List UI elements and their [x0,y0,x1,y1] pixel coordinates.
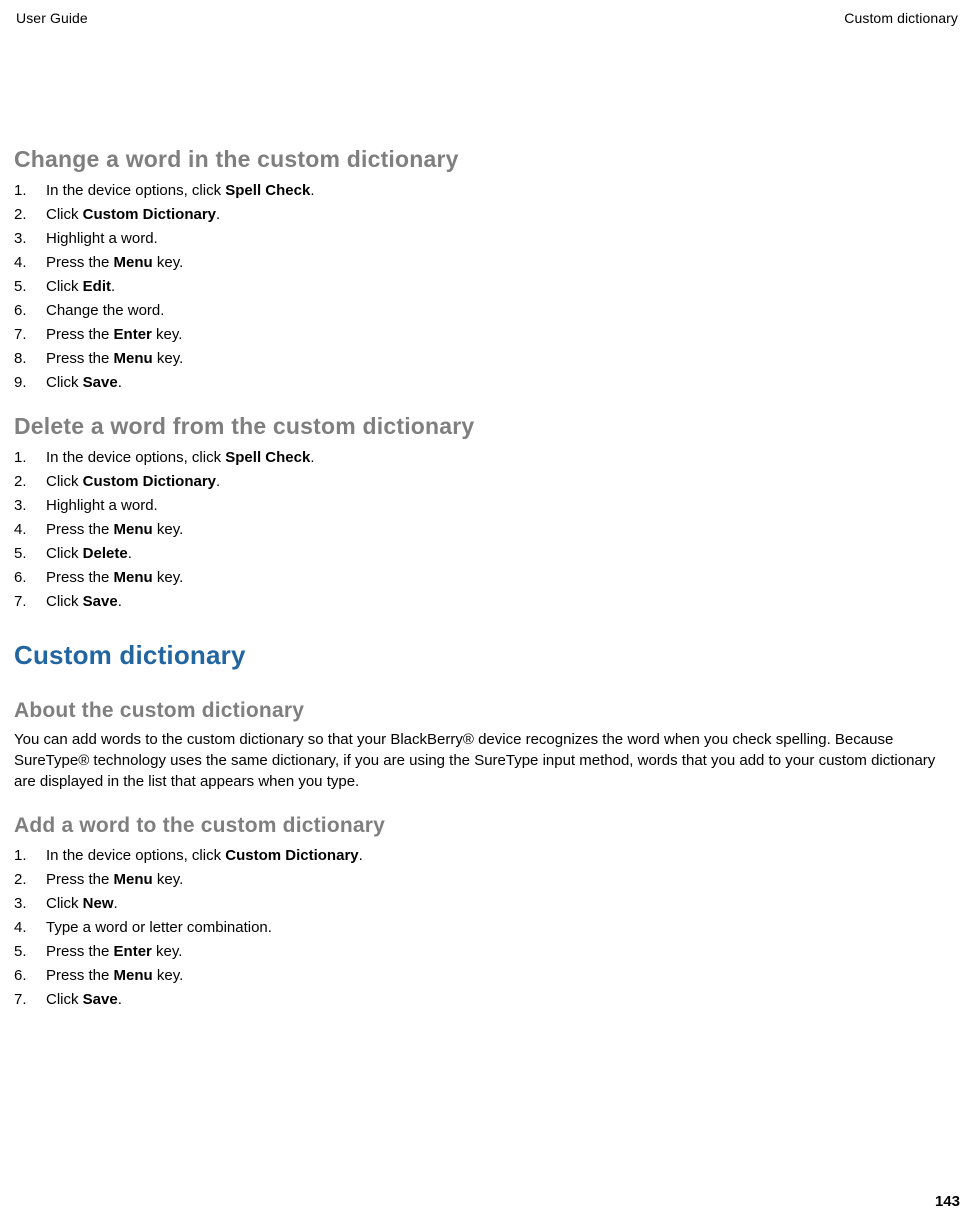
bold-text: Save [83,593,118,610]
step-item: Click Delete. [14,542,960,566]
step-item: Highlight a word. [14,227,960,251]
bold-text: Enter [114,326,152,343]
step-item: In the device options, click Spell Check… [14,446,960,470]
section-block: Custom dictionary [14,640,960,671]
bold-text: Menu [114,521,153,538]
section-heading: About the custom dictionary [14,699,960,723]
header-left: User Guide [16,10,88,26]
step-item: In the device options, click Spell Check… [14,179,960,203]
step-item: Press the Menu key. [14,518,960,542]
bold-text: New [83,895,114,912]
section-heading: Change a word in the custom dictionary [14,146,960,173]
section-block: Change a word in the custom dictionary In… [14,146,960,395]
step-item: Press the Menu key. [14,868,960,892]
step-item: Press the Menu key. [14,964,960,988]
steps-list: In the device options, click Spell Check… [14,446,960,614]
bold-text: Save [83,991,118,1008]
header-right: Custom dictionary [844,10,958,26]
step-item: In the device options, click Custom Dict… [14,844,960,868]
step-item: Press the Enter key. [14,323,960,347]
bold-text: Enter [114,943,152,960]
bold-text: Spell Check [225,182,310,199]
section-heading: Add a word to the custom dictionary [14,814,960,838]
bold-text: Save [83,374,118,391]
step-item: Click Edit. [14,275,960,299]
bold-text: Custom Dictionary [83,473,216,490]
step-item: Click Save. [14,988,960,1012]
bold-text: Menu [114,569,153,586]
step-item: Press the Enter key. [14,940,960,964]
step-item: Press the Menu key. [14,566,960,590]
step-item: Change the word. [14,299,960,323]
step-item: Press the Menu key. [14,347,960,371]
bold-text: Spell Check [225,449,310,466]
bold-text: Menu [114,254,153,271]
step-item: Type a word or letter combination. [14,916,960,940]
section-block: About the custom dictionary You can add w… [14,699,960,792]
section-block: Delete a word from the custom dictionary… [14,413,960,614]
bold-text: Menu [114,871,153,888]
section-heading: Delete a word from the custom dictionary [14,413,960,440]
step-item: Click Custom Dictionary. [14,470,960,494]
step-item: Click Save. [14,371,960,395]
step-item: Highlight a word. [14,494,960,518]
bold-text: Menu [114,350,153,367]
page-content: Change a word in the custom dictionary In… [14,26,960,1012]
bold-text: Menu [114,967,153,984]
bold-text: Delete [83,545,128,562]
body-paragraph: You can add words to the custom dictiona… [14,729,960,792]
steps-list: In the device options, click Spell Check… [14,179,960,395]
page-header: User Guide Custom dictionary [14,10,960,26]
step-item: Click Save. [14,590,960,614]
bold-text: Custom Dictionary [83,206,216,223]
bold-text: Custom Dictionary [225,847,358,864]
step-item: Click Custom Dictionary. [14,203,960,227]
section-heading: Custom dictionary [14,640,960,671]
page-number: 143 [935,1193,960,1210]
step-item: Press the Menu key. [14,251,960,275]
bold-text: Edit [83,278,111,295]
page: User Guide Custom dictionary Change a wo… [0,0,974,1228]
section-block: Add a word to the custom dictionary In th… [14,814,960,1012]
steps-list: In the device options, click Custom Dict… [14,844,960,1012]
step-item: Click New. [14,892,960,916]
